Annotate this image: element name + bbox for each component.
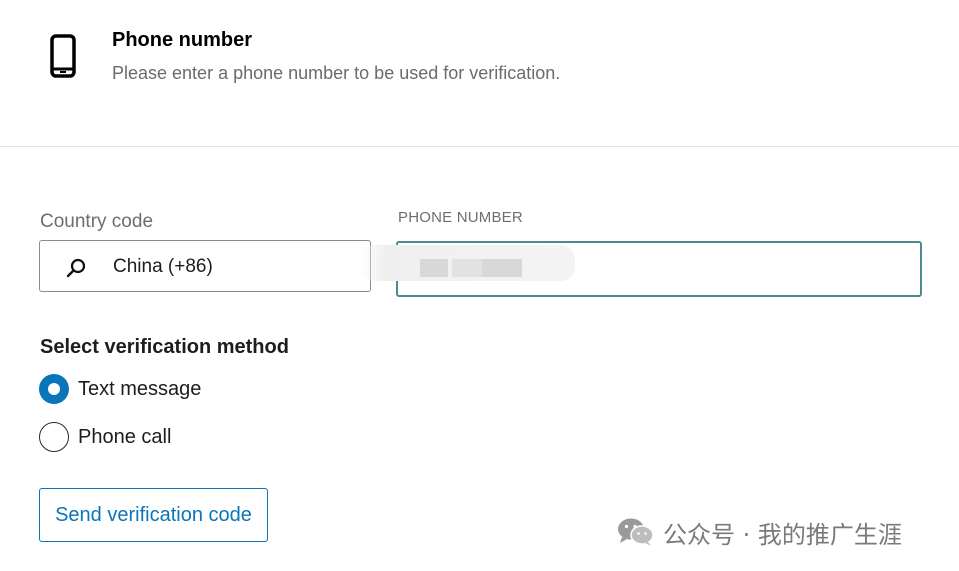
mobile-phone-icon (50, 34, 76, 78)
country-code-label: Country code (40, 211, 154, 232)
redaction-overlay (360, 245, 575, 281)
radio-phone-call-label[interactable]: Phone call (78, 426, 171, 449)
header-title: Phone number (112, 29, 253, 51)
phone-number-header: Phone number Please enter a phone number… (0, 0, 959, 146)
search-icon (66, 258, 86, 278)
radio-text-message-label[interactable]: Text message (78, 378, 201, 401)
radio-phone-call[interactable] (39, 422, 69, 452)
country-code-select[interactable]: China (+86) (39, 240, 371, 292)
watermark-text: 公众号 · 我的推广生涯 (663, 520, 902, 549)
send-verification-code-button[interactable]: Send verification code (39, 488, 268, 542)
wechat-icon (618, 518, 654, 546)
radio-text-message[interactable] (39, 374, 69, 404)
watermark: 公众号 · 我的推广生涯 (617, 516, 902, 549)
divider (0, 146, 959, 147)
country-code-value: China (+86) (113, 256, 213, 277)
verification-method-title: Select verification method (40, 336, 289, 358)
header-subtitle: Please enter a phone number to be used f… (112, 63, 561, 83)
phone-number-label: PHONE NUMBER (398, 209, 523, 226)
